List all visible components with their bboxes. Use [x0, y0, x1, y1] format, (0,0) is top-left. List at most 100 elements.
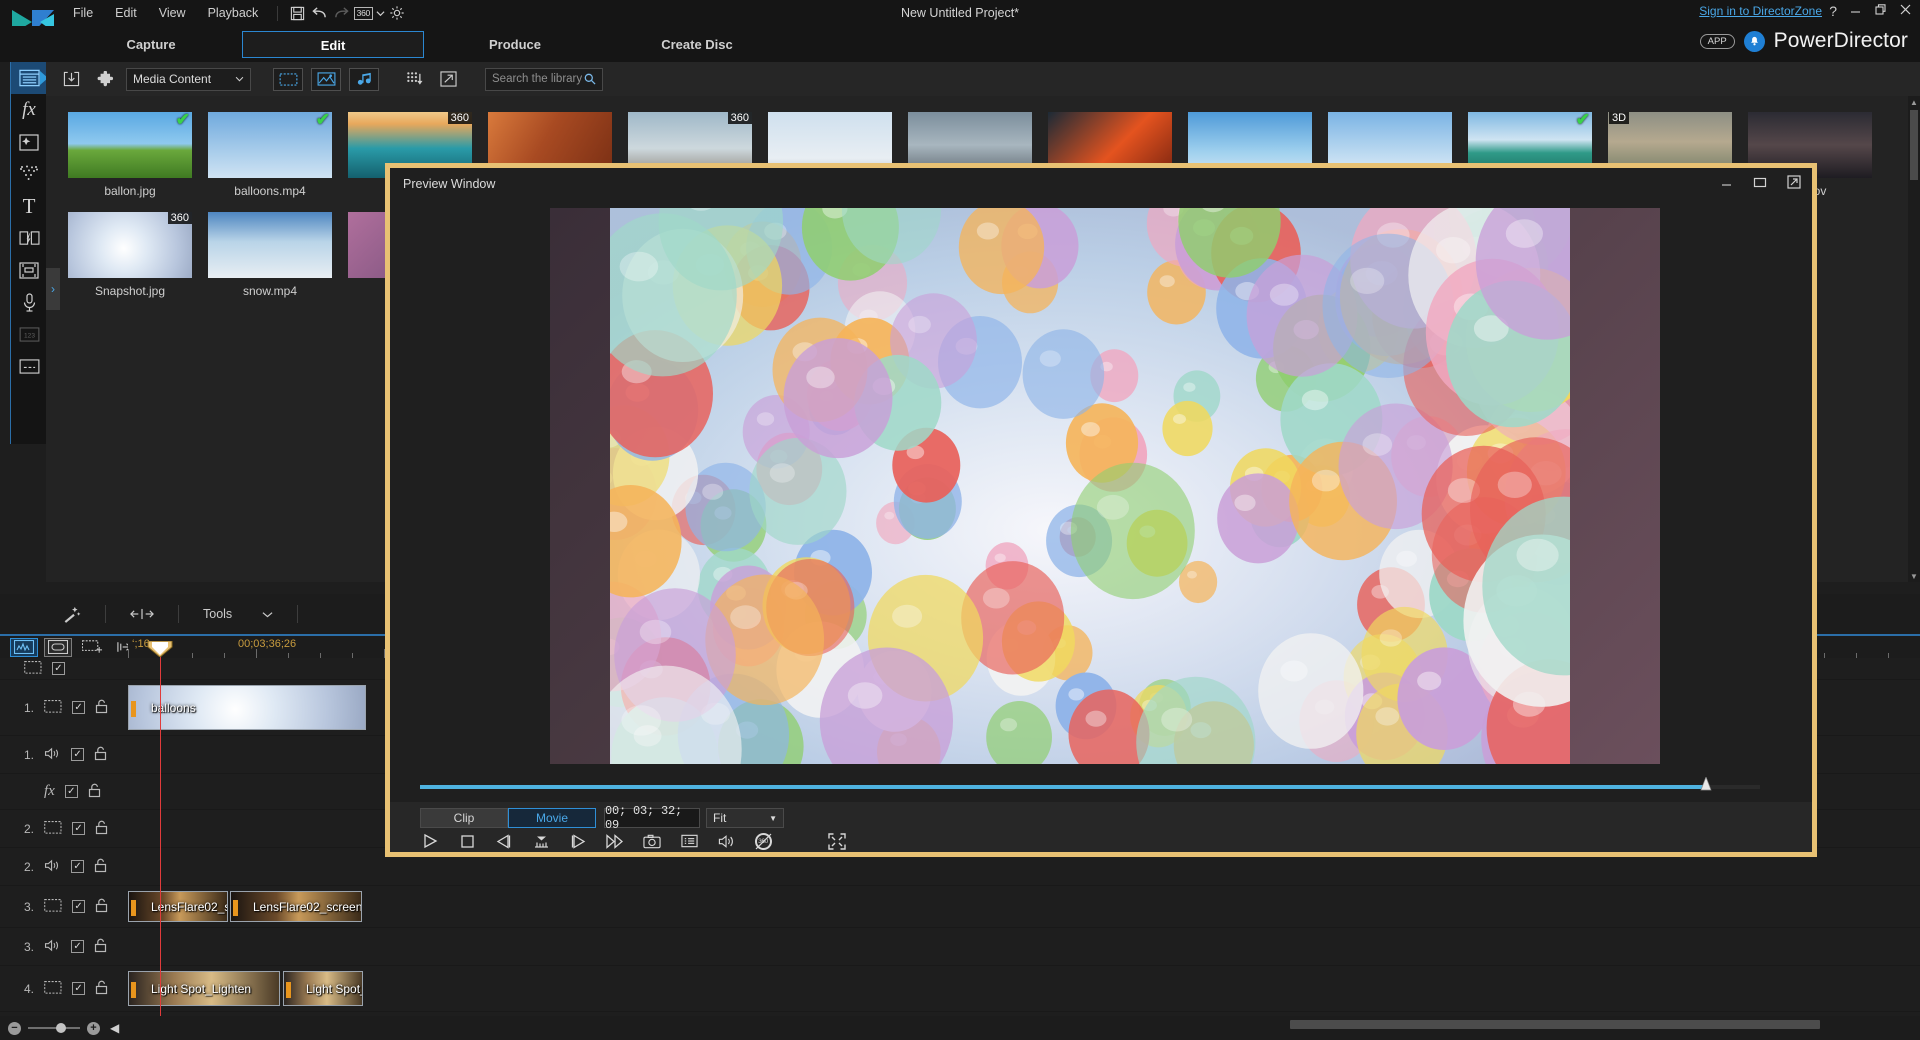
previous-frame-button[interactable]: [494, 832, 514, 850]
fx-track-icon[interactable]: fx: [44, 783, 55, 800]
sidebar-item-voice-over-room[interactable]: [11, 286, 47, 318]
import-media-icon[interactable]: [58, 67, 84, 91]
track-lane[interactable]: LensFlare02_sc LensFlare02_screen: [128, 886, 1920, 927]
storyboard-view-button[interactable]: [44, 637, 72, 657]
preview-popout-icon[interactable]: [1786, 174, 1802, 190]
view-360-button[interactable]: 360: [753, 832, 773, 850]
preview-minimize-icon[interactable]: [1718, 174, 1734, 190]
library-item[interactable]: 360 Snapshot.jpg: [68, 212, 208, 298]
zoom-in-button[interactable]: +: [87, 1021, 100, 1035]
sidebar-item-media-room[interactable]: [11, 62, 48, 94]
sidebar-item-effect-room[interactable]: fx: [11, 94, 47, 126]
zoom-out-button[interactable]: −: [8, 1021, 21, 1035]
fit-width-icon[interactable]: [124, 601, 160, 627]
filter-image-button[interactable]: [311, 67, 341, 91]
sidebar-item-pip-objects-room[interactable]: [11, 126, 47, 158]
track-visibility-checkbox[interactable]: ✓: [71, 860, 85, 873]
minimize-button[interactable]: [1849, 3, 1862, 18]
sidebar-item-transition-room[interactable]: [11, 222, 47, 254]
track-lock-icon[interactable]: [95, 699, 108, 717]
stop-button[interactable]: [457, 832, 477, 850]
track-visibility-checkbox[interactable]: ✓: [71, 748, 85, 761]
playhead-marker[interactable]: [147, 641, 173, 657]
media-content-select[interactable]: Media Content: [126, 67, 251, 91]
settings-gear-icon[interactable]: [386, 3, 408, 23]
close-button[interactable]: [1899, 3, 1912, 18]
track-lock-icon[interactable]: [95, 980, 108, 998]
expand-arrow-icon[interactable]: [435, 67, 461, 91]
track-audio-icon[interactable]: [44, 859, 61, 875]
track-video-icon[interactable]: [44, 699, 62, 716]
scroll-down-arrow-icon[interactable]: ▼: [1908, 570, 1920, 582]
preview-mode-clip[interactable]: Clip: [420, 808, 508, 828]
library-item-thumbnail[interactable]: [208, 212, 332, 278]
preview-mode-movie[interactable]: Movie: [508, 808, 596, 828]
track-visibility-checkbox[interactable]: ✓: [52, 662, 65, 675]
track-video-icon[interactable]: [24, 660, 42, 677]
save-icon[interactable]: [286, 3, 308, 23]
preview-restore-icon[interactable]: [1752, 174, 1768, 190]
scroll-up-arrow-icon[interactable]: ▲: [1908, 96, 1920, 108]
sidebar-item-chapter-room[interactable]: 123: [11, 318, 47, 350]
zoom-slider[interactable]: [28, 1023, 80, 1033]
snapshot-button[interactable]: [642, 832, 662, 850]
menu-playback[interactable]: Playback: [197, 3, 270, 23]
timeline-clip[interactable]: balloons: [128, 685, 366, 730]
sort-icon[interactable]: [401, 67, 427, 91]
menu-view[interactable]: View: [148, 3, 197, 23]
search-input[interactable]: Search the library: [485, 67, 603, 91]
preview-seek-track[interactable]: [420, 777, 1760, 791]
preview-timecode[interactable]: 00; 03; 32; 09: [604, 804, 700, 832]
sidebar-item-subtitle-room[interactable]: [11, 350, 47, 382]
sidebar-item-title-room[interactable]: T: [11, 190, 47, 222]
library-expand-toggle[interactable]: ›: [46, 268, 60, 310]
track-video-icon[interactable]: [44, 898, 62, 915]
track-lock-icon[interactable]: [94, 858, 107, 876]
sidebar-item-particle-room[interactable]: [11, 158, 47, 190]
preview-seek-handle[interactable]: [1700, 777, 1712, 792]
menu-edit[interactable]: Edit: [104, 3, 148, 23]
track-lane[interactable]: Light Spot_Lighten Light Spot_: [128, 966, 1920, 1011]
track-lock-icon[interactable]: [94, 746, 107, 764]
undo-icon[interactable]: [308, 3, 330, 23]
magic-wand-icon[interactable]: [56, 601, 87, 627]
library-item[interactable]: snow.mp4: [208, 212, 348, 298]
track-lock-icon[interactable]: [94, 938, 107, 956]
track-audio-icon[interactable]: [44, 747, 61, 763]
filter-audio-button[interactable]: [349, 67, 379, 91]
track-audio-icon[interactable]: [44, 939, 61, 955]
timeline-clip[interactable]: LensFlare02_sc: [128, 891, 228, 922]
library-item-thumbnail[interactable]: ✔: [208, 112, 332, 178]
play-button[interactable]: [420, 832, 440, 850]
sign-in-directorzone-link[interactable]: Sign in to DirectorZone: [1699, 4, 1822, 18]
360-mode-icon[interactable]: 360: [352, 3, 374, 23]
track-visibility-checkbox[interactable]: ✓: [64, 785, 78, 798]
track-visibility-checkbox[interactable]: ✓: [72, 900, 86, 913]
preview-video-frame[interactable]: [610, 208, 1570, 764]
track-visibility-checkbox[interactable]: ✓: [72, 982, 86, 995]
track-visibility-checkbox[interactable]: ✓: [71, 940, 85, 953]
track-lock-icon[interactable]: [88, 783, 101, 801]
tools-menu-button[interactable]: Tools: [197, 601, 279, 627]
library-scrollbar[interactable]: ▲ ▼: [1908, 96, 1920, 582]
timeline-horizontal-scrollbar[interactable]: [1290, 1020, 1820, 1029]
library-item[interactable]: ✔ balloons.mp4: [208, 112, 348, 198]
sidebar-item-audio-mixing-room[interactable]: [11, 254, 47, 286]
chevron-down-icon[interactable]: [374, 3, 386, 23]
add-track-button[interactable]: [78, 638, 106, 657]
filter-video-button[interactable]: [273, 67, 303, 91]
library-item-thumbnail[interactable]: ✔: [68, 112, 192, 178]
menu-file[interactable]: File: [62, 3, 104, 23]
notification-bell-icon[interactable]: [1743, 30, 1765, 52]
track-lock-icon[interactable]: [95, 898, 108, 916]
library-item-thumbnail[interactable]: 360: [68, 212, 192, 278]
preview-quality-button[interactable]: [679, 832, 699, 850]
plugin-icon[interactable]: [92, 67, 118, 91]
track-lock-icon[interactable]: [95, 820, 108, 838]
next-frame-button[interactable]: [568, 832, 588, 850]
track-lane[interactable]: [128, 928, 1920, 965]
help-button[interactable]: ?: [1829, 4, 1837, 18]
tab-produce[interactable]: Produce: [424, 31, 606, 58]
zoom-fit-icon[interactable]: ◀: [110, 1021, 119, 1035]
fullscreen-button[interactable]: [827, 832, 847, 850]
